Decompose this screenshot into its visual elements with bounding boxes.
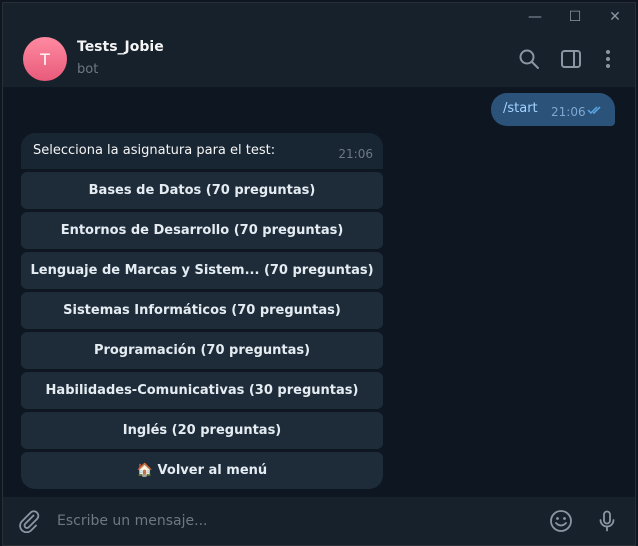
close-button[interactable]: ✕ <box>595 3 635 31</box>
maximize-button[interactable]: ☐ <box>555 3 595 31</box>
title-bar: — ☐ ✕ <box>3 3 635 31</box>
chat-status: bot <box>77 62 99 77</box>
emoji-icon[interactable] <box>549 509 573 533</box>
message-input[interactable] <box>47 507 507 535</box>
message-text: Selecciona la asignatura para el test: <box>33 143 276 158</box>
keyboard-button-bases-de-datos[interactable]: Bases de Datos (70 preguntas) <box>21 172 383 209</box>
keyboard-button-sistemas-informaticos[interactable]: Sistemas Informáticos (70 preguntas) <box>21 292 383 329</box>
chat-header[interactable]: T Tests_Jobie bot <box>3 31 635 87</box>
chat-title: Tests_Jobie <box>77 39 164 55</box>
telegram-window: — ☐ ✕ T Tests_Jobie bot /start 21:06 Sel… <box>2 2 636 546</box>
sidebar-toggle-icon[interactable] <box>559 47 583 71</box>
message-time: 21:06 <box>338 147 373 161</box>
avatar[interactable]: T <box>23 37 67 81</box>
outgoing-message[interactable]: /start 21:06 <box>491 93 615 126</box>
keyboard-button-lenguaje-de-marcas[interactable]: Lenguaje de Marcas y Sistem... (70 pregu… <box>21 252 383 289</box>
message-time: 21:06 <box>551 105 586 119</box>
message-composer <box>3 497 635 545</box>
keyboard-button-volver-al-menu[interactable]: 🏠 Volver al menú <box>21 452 383 489</box>
chat-history[interactable]: /start 21:06 Selecciona la asignatura pa… <box>3 87 635 497</box>
paperclip-icon[interactable] <box>17 509 41 533</box>
keyboard-button-entornos-de-desarrollo[interactable]: Entornos de Desarrollo (70 preguntas) <box>21 212 383 249</box>
incoming-message[interactable]: Selecciona la asignatura para el test: 2… <box>21 133 383 169</box>
keyboard-button-programacion[interactable]: Programación (70 preguntas) <box>21 332 383 369</box>
microphone-icon[interactable] <box>595 509 619 533</box>
minimize-button[interactable]: — <box>515 3 555 31</box>
keyboard-button-ingles[interactable]: Inglés (20 preguntas) <box>21 412 383 449</box>
more-options-icon[interactable] <box>596 47 620 71</box>
search-icon[interactable] <box>517 47 541 71</box>
message-text: /start <box>503 101 538 116</box>
keyboard-button-habilidades-comunicativas[interactable]: Habilidades-Comunicativas (30 preguntas) <box>21 372 383 409</box>
double-check-icon <box>587 106 601 115</box>
